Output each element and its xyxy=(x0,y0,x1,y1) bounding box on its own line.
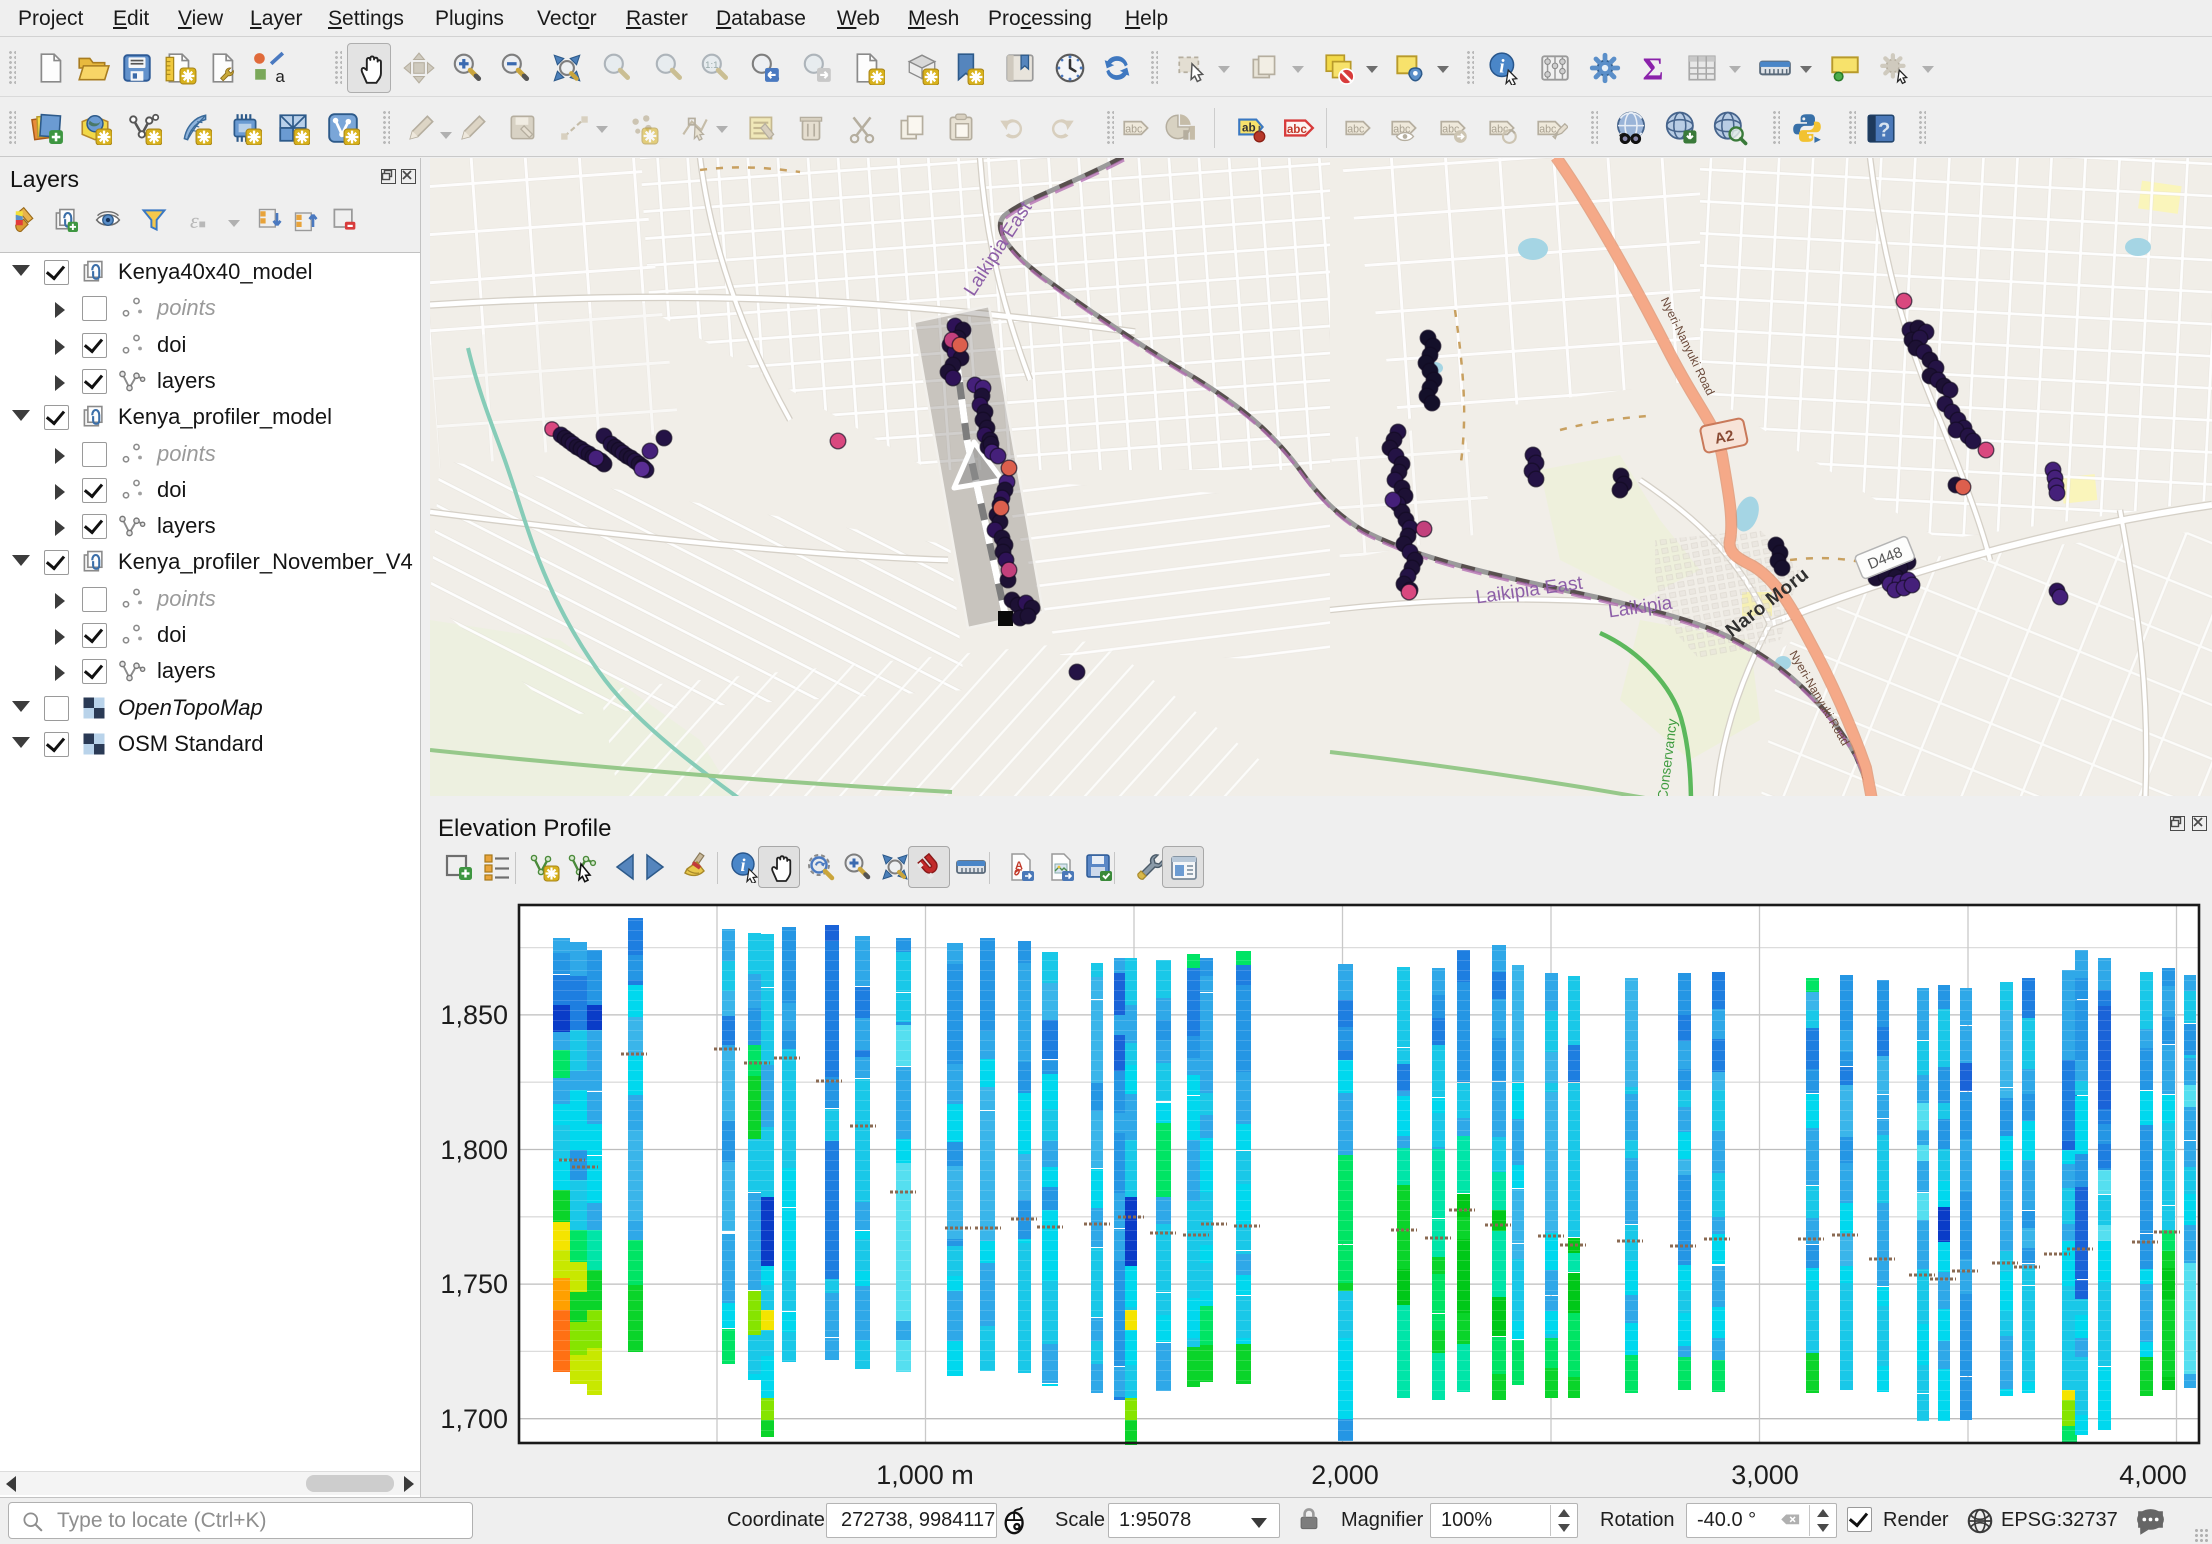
svg-text:3,000: 3,000 xyxy=(1731,1460,1799,1490)
svg-text:1,700: 1,700 xyxy=(440,1404,508,1434)
svg-text:a: a xyxy=(275,67,285,85)
svg-text:1,000 m: 1,000 m xyxy=(876,1460,974,1490)
svg-text:1,850: 1,850 xyxy=(440,1000,508,1030)
svg-text:2,000: 2,000 xyxy=(1311,1460,1379,1490)
svg-text:1,800: 1,800 xyxy=(440,1135,508,1165)
svg-text:4,000: 4,000 xyxy=(2119,1460,2187,1490)
svg-text:1:1: 1:1 xyxy=(705,60,718,71)
svg-text:1,750: 1,750 xyxy=(440,1269,508,1299)
